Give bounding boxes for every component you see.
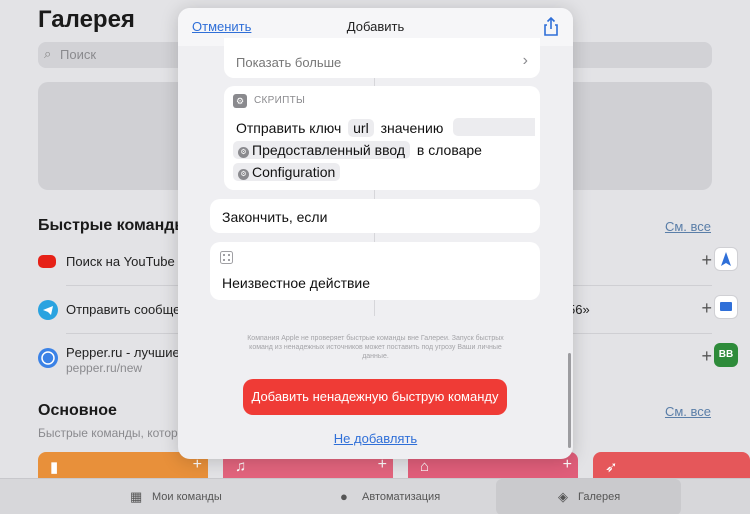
add-icon[interactable]: +: [701, 298, 712, 319]
home-icon: ⌂: [420, 458, 430, 475]
checkmark-circle-icon: ●: [340, 489, 348, 504]
search-icon: ⌕: [44, 46, 52, 61]
dont-add-button[interactable]: Не добавлять: [178, 431, 573, 446]
gear-icon: ⚙: [238, 169, 249, 180]
see-all-link-main[interactable]: См. все: [665, 404, 711, 419]
value-token[interactable]: [453, 118, 536, 136]
add-icon[interactable]: +: [563, 456, 572, 474]
tab-label: Галерея: [578, 491, 621, 503]
see-all-link-quick[interactable]: См. все: [665, 219, 711, 234]
show-more-row[interactable]: Показать больше ›: [224, 38, 540, 78]
shortcut-tile-icon: [714, 247, 738, 271]
action-text: Отправить ключ: [236, 120, 342, 136]
action-line-1: Отправить ключ url значению: [236, 118, 536, 137]
add-untrusted-shortcut-button[interactable]: Добавить ненадежную быструю команду: [243, 379, 507, 415]
unknown-action-icon: [220, 251, 233, 264]
scrollbar[interactable]: [568, 353, 571, 448]
shortcut-tile-icon: BB: [714, 343, 738, 367]
action-text: в словаре: [416, 142, 482, 158]
list-item-title: Поиск на YouTube: [66, 254, 175, 269]
dictionary-token[interactable]: ⚙ Configuration: [233, 163, 341, 181]
action-line-3: ⚙ Configuration: [233, 163, 343, 181]
add-icon[interactable]: +: [701, 346, 712, 367]
key-token[interactable]: url: [348, 119, 374, 137]
unknown-action-card[interactable]: Неизвестное действие: [210, 242, 540, 300]
scripts-action-card[interactable]: ⚙ СКРИПТЫ Отправить ключ url значению ⚙ П…: [224, 86, 540, 190]
rocket-icon: ➶: [605, 459, 618, 476]
youtube-icon: [38, 255, 56, 268]
add-shortcut-sheet: Отменить Добавить Показать больше › ⚙ СК…: [178, 8, 573, 459]
input-token[interactable]: ⚙ Предоставленный ввод: [233, 141, 410, 159]
list-item-title: Pepper.ru - лучшие: [66, 345, 180, 360]
search-placeholder: Поиск: [60, 47, 97, 62]
action-category-label: СКРИПТЫ: [254, 95, 306, 106]
layers-icon: ◈: [558, 489, 568, 504]
end-if-label: Закончить, если: [222, 209, 328, 225]
safari-icon: [38, 348, 58, 368]
action-text: значению: [380, 120, 444, 136]
end-if-action-card[interactable]: Закончить, если: [210, 199, 540, 233]
sheet-title: Добавить: [346, 19, 405, 34]
tab-my-shortcuts[interactable]: ▦ Мои команды: [120, 479, 240, 514]
gear-icon: ⚙: [238, 147, 249, 158]
tab-automation[interactable]: ● Автоматизация: [332, 479, 462, 514]
gear-icon: ⚙: [233, 94, 247, 108]
book-icon: ▮: [50, 459, 59, 476]
chevron-right-icon: ›: [522, 52, 528, 69]
grid-icon: ▦: [130, 489, 143, 504]
shortcut-tile-icon: [714, 295, 738, 319]
headphones-icon: ♫: [235, 458, 247, 475]
telegram-icon: [38, 300, 58, 320]
section-title-main: Основное: [38, 402, 117, 419]
untrusted-disclaimer: Компания Apple не проверяет быстрые кома…: [247, 335, 504, 360]
show-more-label: Показать больше: [236, 55, 342, 70]
token-label: Предоставленный ввод: [252, 142, 405, 158]
share-icon[interactable]: [541, 16, 561, 38]
section-subtitle: Быстрые команды, котор: [38, 426, 178, 440]
tab-label: Автоматизация: [362, 491, 441, 503]
add-icon[interactable]: +: [701, 250, 712, 271]
token-label: Configuration: [252, 164, 336, 180]
unknown-action-label: Неизвестное действие: [222, 275, 371, 291]
section-title-quick: Быстрые команды: [38, 217, 189, 234]
tab-bar: ▦ Мои команды ● Автоматизация ◈ Галерея: [0, 478, 750, 514]
page-title: Галерея: [38, 6, 135, 33]
action-line-2: ⚙ Предоставленный ввод в словаре: [233, 141, 482, 159]
tab-label: Мои команды: [152, 491, 222, 503]
list-item-title: Отправить сообще: [66, 302, 181, 317]
list-item-subtitle: pepper.ru/new: [66, 361, 143, 375]
tab-gallery[interactable]: ◈ Галерея: [496, 479, 681, 514]
